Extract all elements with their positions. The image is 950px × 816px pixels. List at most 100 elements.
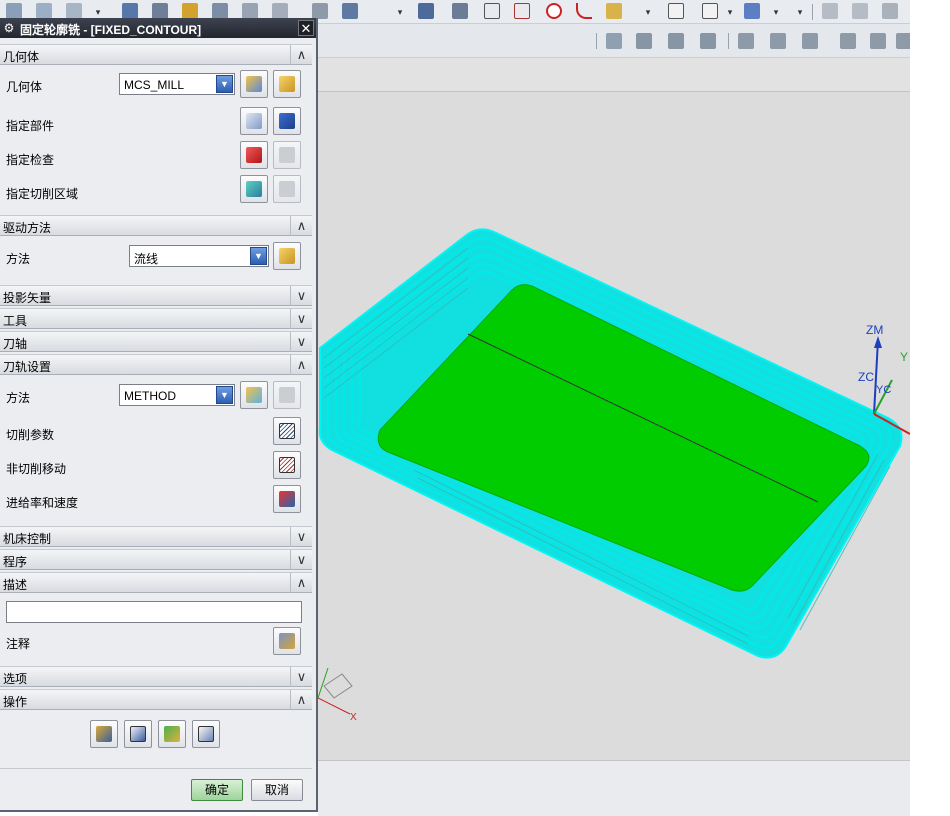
specify-cut-area-button[interactable]: [240, 175, 268, 203]
dialog-footer: 确定 取消: [0, 768, 312, 810]
toolbar-button[interactable]: [798, 30, 822, 52]
section-machine-control-header[interactable]: 机床控制 ∨: [0, 526, 312, 547]
toolbar-button[interactable]: [448, 0, 472, 22]
toolbar-button[interactable]: [698, 0, 722, 22]
section-projection-vector-header[interactable]: 投影矢量 ∨: [0, 285, 312, 306]
toolpath-model[interactable]: [318, 58, 910, 760]
generate-button[interactable]: [90, 720, 118, 748]
section-drive-method-label: 驱动方法: [3, 221, 52, 235]
edit-method-button[interactable]: [273, 381, 301, 409]
nx-window: ▾ ▾ ▾ ▾ ▾ ▾ ZM ZC YC Y X ⚙ 固定轮廓铣 - [FIXE…: [0, 0, 950, 816]
chevron-up-icon[interactable]: ∧: [290, 573, 312, 593]
toolbar-button[interactable]: [836, 30, 860, 52]
dialog-titlebar[interactable]: ⚙ 固定轮廓铣 - [FIXED_CONTOUR] ✕: [0, 18, 316, 38]
section-geometry-header[interactable]: 几何体 ∧: [0, 44, 312, 65]
toolbar-dropdown-arrow[interactable]: ▾: [644, 2, 652, 22]
section-path-settings-body: 方法 METHOD ▼ 切削参数 非切削移动 进给率和速度: [0, 375, 312, 525]
graphics-viewport[interactable]: ZM ZC YC Y X: [318, 58, 910, 760]
chevron-up-icon[interactable]: ∧: [290, 216, 312, 236]
cut-params-button[interactable]: [273, 417, 301, 445]
section-tool-header[interactable]: 工具 ∨: [0, 308, 312, 329]
toolbar-button[interactable]: [664, 0, 688, 22]
display-object-icon: [36, 3, 52, 19]
workshop-doc-icon: [272, 3, 288, 19]
list-button[interactable]: [192, 720, 220, 748]
toolbar-button[interactable]: [542, 0, 566, 22]
toolbar-button[interactable]: [414, 0, 438, 22]
chevron-down-icon[interactable]: ∨: [290, 332, 312, 352]
post-process-icon: [342, 3, 358, 19]
chevron-down-icon[interactable]: ∨: [290, 527, 312, 547]
drive-method-select[interactable]: 流线 ▼: [129, 245, 269, 267]
section-actions-header[interactable]: 操作 ∧: [0, 689, 312, 710]
list-path-icon: [198, 726, 214, 742]
section-program-header[interactable]: 程序 ∨: [0, 549, 312, 570]
verify-button[interactable]: [158, 720, 186, 748]
toolbar-button[interactable]: [734, 30, 758, 52]
chevron-down-icon[interactable]: ∨: [290, 309, 312, 329]
new-method-button[interactable]: [240, 381, 268, 409]
toolbar-button[interactable]: [632, 30, 656, 52]
geometry-select[interactable]: MCS_MILL ▼: [119, 73, 235, 95]
dropdown-arrow-icon[interactable]: ▼: [216, 75, 233, 93]
new-geometry-button[interactable]: [240, 70, 268, 98]
cut-params-icon: [279, 423, 295, 439]
specify-part-button[interactable]: [240, 107, 268, 135]
path-method-select[interactable]: METHOD ▼: [119, 384, 235, 406]
toolbar-dropdown-arrow[interactable]: ▾: [796, 2, 804, 22]
chevron-up-icon[interactable]: ∧: [290, 690, 312, 710]
replay-button[interactable]: [124, 720, 152, 748]
toolbar-button[interactable]: [818, 0, 842, 22]
section-geometry-body: 几何体 MCS_MILL ▼ 指定部件 指定检查 指定切削区域: [0, 65, 312, 215]
toolbar-button[interactable]: [572, 0, 596, 22]
toolbar-dropdown-arrow[interactable]: ▾: [726, 2, 734, 22]
toolbar-button[interactable]: [866, 30, 890, 52]
select-filter-icon: [702, 3, 718, 19]
toolbar-button[interactable]: [480, 0, 504, 22]
export-icon: [870, 33, 886, 49]
specify-check-button[interactable]: [240, 141, 268, 169]
non-cut-moves-button[interactable]: [273, 451, 301, 479]
verify-path-icon: [182, 3, 198, 19]
edit-geometry-button[interactable]: [273, 70, 301, 98]
section-description-header[interactable]: 描述 ∧: [0, 572, 312, 593]
flashlight-icon: [279, 181, 295, 197]
toolbar-button[interactable]: [696, 30, 720, 52]
chevron-down-icon[interactable]: ∨: [290, 667, 312, 687]
section-drive-method-header[interactable]: 驱动方法 ∧: [0, 215, 312, 236]
toolbar-dropdown-arrow[interactable]: ▾: [772, 2, 780, 22]
toolbar-button[interactable]: [766, 30, 790, 52]
gear-icon[interactable]: ⚙: [2, 21, 16, 35]
toolbar-button[interactable]: [602, 30, 626, 52]
toolbar-button[interactable]: [878, 0, 902, 22]
toolbar-button[interactable]: [848, 0, 872, 22]
dropdown-arrow-icon[interactable]: ▼: [216, 386, 233, 404]
ok-button[interactable]: 确定: [191, 779, 243, 801]
chevron-up-icon[interactable]: ∧: [290, 355, 312, 375]
section-path-settings-header[interactable]: 刀轨设置 ∧: [0, 354, 312, 375]
toolbar-dropdown-arrow[interactable]: ▾: [396, 2, 404, 22]
toolbar-button[interactable]: [338, 0, 362, 22]
description-textbox[interactable]: [6, 601, 302, 623]
cancel-button[interactable]: 取消: [251, 779, 303, 801]
drive-method-select-value: 流线: [134, 252, 159, 266]
edit-note-button[interactable]: [273, 627, 301, 655]
display-cut-area-button[interactable]: [273, 175, 301, 203]
section-projection-vector-label: 投影矢量: [3, 291, 52, 305]
toolbar-button[interactable]: [664, 30, 688, 52]
display-part-button[interactable]: [273, 107, 301, 135]
dropdown-arrow-icon[interactable]: ▼: [250, 247, 267, 265]
toolbar-button[interactable]: [740, 0, 764, 22]
section-tool-axis-header[interactable]: 刀轴 ∨: [0, 331, 312, 352]
display-check-button[interactable]: [273, 141, 301, 169]
toolbar-separator: [728, 33, 729, 49]
chevron-up-icon[interactable]: ∧: [290, 45, 312, 65]
toolbar-button[interactable]: [602, 0, 626, 22]
close-button[interactable]: ✕: [298, 20, 314, 36]
toolbar-button[interactable]: [510, 0, 534, 22]
feeds-speeds-button[interactable]: [273, 485, 301, 513]
chevron-down-icon[interactable]: ∨: [290, 286, 312, 306]
section-options-header[interactable]: 选项 ∨: [0, 666, 312, 687]
edit-drive-method-button[interactable]: [273, 242, 301, 270]
chevron-down-icon[interactable]: ∨: [290, 550, 312, 570]
